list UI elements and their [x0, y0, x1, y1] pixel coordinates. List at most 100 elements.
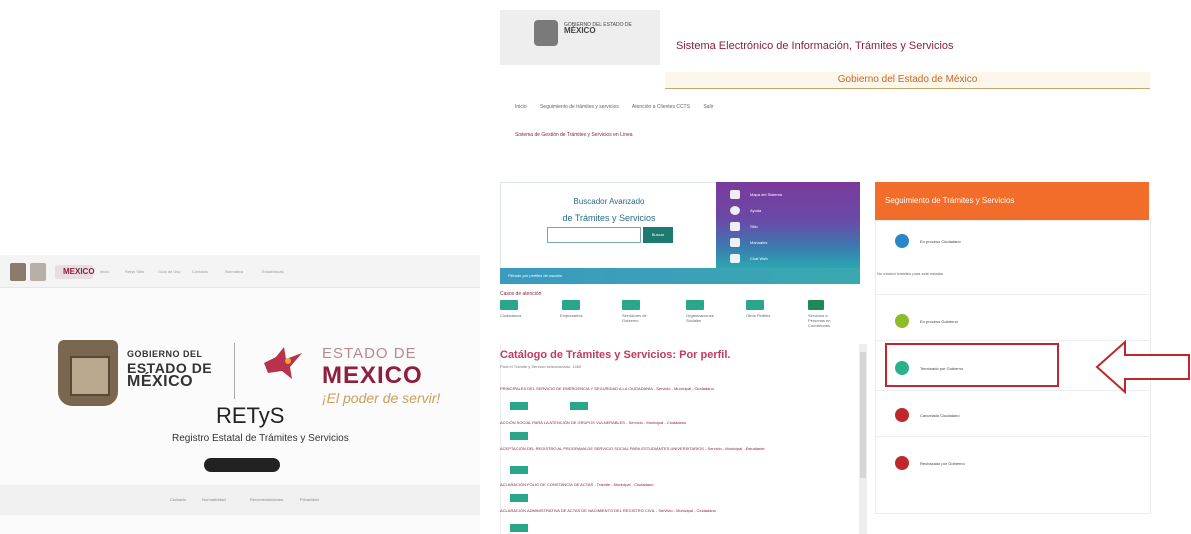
nav-item-atencion[interactable]: Atención a Clientes CCTS — [632, 104, 690, 110]
people-icon — [500, 300, 518, 310]
footer-link-recomendaciones[interactable]: Recomendaciones — [250, 497, 283, 502]
profile-tag-icon — [510, 432, 528, 440]
highlight-box — [885, 343, 1059, 387]
reject-circle-icon — [895, 456, 909, 470]
category-label: Empresarios — [560, 313, 583, 318]
profile-tag-icon — [510, 494, 528, 502]
category-label: Ciudadanos — [500, 313, 522, 318]
edomex-line2: MEXICO — [322, 362, 423, 389]
nav-item-seguimiento[interactable]: Seguimiento de trámites y servicios — [540, 104, 619, 110]
tracking-title: Seguimiento de Trámites y Servicios — [885, 196, 1015, 205]
footer: Contacto Normatividad Recomendaciones Pr… — [0, 485, 480, 515]
site-icon — [730, 222, 740, 231]
category-label: Servicios a Personas en Condiciones — [808, 313, 831, 328]
search-button[interactable]: Buscar — [643, 227, 673, 243]
quick-link-ayuda[interactable]: Ayuda — [750, 208, 761, 213]
edomex-mini-text: MEXICO — [63, 267, 95, 276]
quick-link-manuales[interactable]: Manuales — [750, 240, 767, 245]
search-title: Buscador Avanzado — [573, 197, 645, 206]
arrow-circle-icon — [895, 314, 909, 328]
edomex-mini-logo: MEXICO — [55, 265, 95, 279]
tracking-header: Seguimiento de Trámites y Servicios — [875, 182, 1149, 220]
nav-item-salir[interactable]: Salir — [703, 104, 713, 110]
profile-tag-icon — [510, 524, 528, 532]
edomex-slogan: ¡El poder de servir! — [322, 390, 441, 406]
catalog-row[interactable]: ACEPTACIÓN DEL REGISTRO AL PROGRAMA DE S… — [500, 446, 845, 451]
separator — [875, 436, 1149, 437]
status-en-proceso-gobierno[interactable]: En proceso Gobierno — [920, 319, 958, 324]
category-label: Servidores de Gobierno — [622, 313, 647, 323]
left-arrow-icon — [1095, 340, 1190, 394]
gov-bar-text: Gobierno del Estado de México — [837, 74, 978, 85]
monitor-icon — [730, 254, 740, 263]
nav-item-inicio[interactable]: Inicio — [100, 269, 109, 274]
nav-item-retys[interactable]: Retys Sitio — [125, 269, 144, 274]
help-icon — [730, 206, 740, 215]
nav-item-inicio[interactable]: Inicio — [515, 104, 527, 110]
gov-bar: Gobierno del Estado de México — [665, 72, 1150, 89]
nav-item-normativa[interactable]: Normativa — [225, 269, 243, 274]
gob-mini-logo — [10, 263, 26, 281]
catalog-panel — [500, 344, 856, 534]
profile-filter-label: Filtrado por perfiles de usuario — [508, 273, 563, 278]
map-icon — [730, 190, 740, 199]
government-icon — [622, 300, 640, 310]
quick-link-sitio[interactable]: Sitio — [750, 224, 758, 229]
group-icon — [686, 300, 704, 310]
category-label: Organizaciones Sociales — [686, 313, 714, 323]
top-navbar: MEXICO Inicio Retys Sitio Guía de Uso Co… — [0, 255, 480, 288]
catalog-subtitle: Para el Trámite y Servicio seleccionado:… — [500, 364, 582, 369]
categories-label: Casos de atención — [500, 291, 542, 297]
scrollbar-thumb[interactable] — [860, 352, 866, 478]
quick-link-chat[interactable]: Chat Web — [750, 256, 768, 261]
status-cancelado-ciudadano[interactable]: Cancelado Ciudadano — [920, 413, 960, 418]
edomex-line1: ESTADO DE — [322, 345, 417, 362]
profile-tag-icon — [570, 402, 588, 410]
edomex-brand: ESTADO DE MEXICO ¡El poder de servir! — [322, 345, 440, 406]
nav-item-estadisticas[interactable]: Estadísticas — [262, 269, 284, 274]
retys-subtitle: Registro Estatal de Trámites y Servicios — [172, 433, 349, 444]
briefcase-icon — [562, 300, 580, 310]
retys-home-screenshot: MEXICO Inicio Retys Sitio Guía de Uso Co… — [0, 255, 480, 534]
subnav-title: Sistema de Gestión de Trámites y Servici… — [515, 132, 633, 138]
catalog-row[interactable]: ACLARACIÓN ADMINISTRATIVA DE ACTAS DE NA… — [500, 508, 845, 513]
gob-seal-logo — [58, 340, 118, 406]
catalog-row[interactable]: ACCIÓN SOCIAL PARA LA ATENCIÓN DE GRUPOS… — [500, 420, 845, 425]
category-label: Otros Perfiles — [746, 313, 771, 318]
header-logo-box — [500, 10, 660, 65]
catalog-row[interactable]: PRINCIPALES DEL SERVICIO DE EMERGENCIA Y… — [500, 386, 845, 391]
enter-button[interactable] — [204, 458, 280, 472]
status-en-proceso-ciudadano[interactable]: En proceso Ciudadano — [920, 239, 961, 244]
gob-mini-logo-2 — [30, 263, 46, 281]
logo-divider — [234, 343, 235, 399]
catalog-title: Catálogo de Trámites y Servicios: Por pe… — [500, 349, 731, 361]
gob-line1: GOBIERNO DEL — [127, 349, 203, 359]
search-input[interactable] — [547, 227, 641, 243]
retys-title: RETyS — [216, 403, 285, 428]
separator — [875, 294, 1149, 295]
status-rechazado-gobierno[interactable]: Rechazado por Gobierno — [920, 461, 965, 466]
quick-links-panel: Mapa del Sistema Ayuda Sitio Manuales Ch… — [716, 182, 860, 268]
footer-link-privacidad[interactable]: Privacidad — [300, 497, 319, 502]
footer-link-contacto[interactable]: Contacto — [170, 497, 186, 502]
gob-line3: MÉXICO — [127, 373, 194, 390]
catalog-row[interactable]: ACLARACIÓN FOLIO DE CONSTANCIA DE ACTAS … — [500, 482, 845, 487]
arrow-circle-icon — [895, 234, 909, 248]
profile-tag-icon — [510, 466, 528, 474]
bell-icon — [730, 238, 740, 247]
advanced-search-panel: Buscador Avanzado de Trámites y Servicio… — [500, 182, 718, 270]
footer-link-normatividad[interactable]: Normatividad — [202, 497, 226, 502]
profile-tag-icon — [510, 402, 528, 410]
header-logo-text: GOBIERNO DEL ESTADO DE MÉXICO — [564, 22, 632, 35]
nav-item-guia[interactable]: Guía de Uso — [158, 269, 180, 274]
hummingbird-icon — [264, 347, 302, 379]
user-icon — [746, 300, 764, 310]
x-circle-icon — [895, 408, 909, 422]
nav-item-contacto[interactable]: Contacto — [192, 269, 208, 274]
quick-link-mapa[interactable]: Mapa del Sistema — [750, 192, 782, 197]
main-nav: Inicio Seguimiento de trámites y servici… — [515, 104, 725, 110]
profile-filter-bar[interactable]: Filtrado por perfiles de usuario — [500, 268, 860, 284]
search-subtitle: de Trámites y Servicios — [562, 213, 656, 223]
seal-icon — [534, 20, 558, 46]
site-title: Sistema Electrónico de Información, Trám… — [676, 40, 954, 52]
